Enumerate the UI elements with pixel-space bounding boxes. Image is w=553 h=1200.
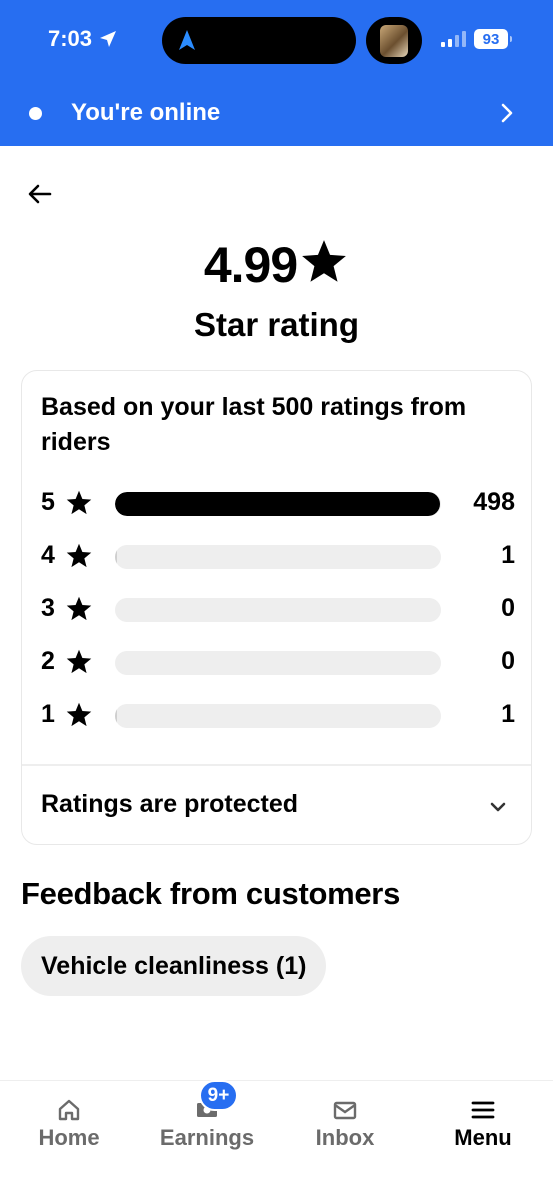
rating-row-3: 3 0 xyxy=(41,590,515,630)
rating-row-count: 498 xyxy=(473,488,515,516)
rating-row-5: 5 498 xyxy=(41,484,515,524)
nav-home-label: Home xyxy=(38,1125,100,1150)
status-time-text: 7:03 xyxy=(48,26,93,51)
battery-icon: 93 xyxy=(474,29,512,49)
rating-bar-track xyxy=(115,545,441,569)
status-time: 7:03 xyxy=(48,26,118,52)
rating-row-count: 0 xyxy=(501,647,515,675)
rating-row-stars: 5 xyxy=(41,488,55,516)
feedback-chip[interactable]: Vehicle cleanliness (1) xyxy=(21,936,327,996)
bottom-nav: Home Earnings Inbox 9+ Menu xyxy=(0,1080,553,1200)
rating-number: 4.99 xyxy=(203,236,298,293)
rating-bar-track xyxy=(115,598,441,622)
rating-bar-fill xyxy=(115,492,440,516)
rating-bar-track xyxy=(115,704,441,728)
rating-row-count: 1 xyxy=(501,541,515,569)
menu-icon xyxy=(471,1101,495,1119)
nav-home[interactable]: Home xyxy=(0,1081,138,1200)
dynamic-island xyxy=(162,17,356,64)
rating-row-count: 0 xyxy=(501,594,515,622)
home-icon xyxy=(58,1099,80,1121)
online-status-text: You're online xyxy=(71,99,221,126)
ratings-description: Based on your last 500 ratings from ride… xyxy=(41,393,467,456)
online-dot-icon xyxy=(29,107,42,120)
album-art-icon xyxy=(380,24,408,57)
nav-menu-label: Menu xyxy=(454,1125,512,1150)
battery-level: 93 xyxy=(482,30,500,48)
ratings-protected-toggle[interactable]: Ratings are protected xyxy=(41,790,298,819)
star-icon xyxy=(302,239,347,282)
rating-bar-fill xyxy=(115,545,117,569)
navigation-app-icon xyxy=(179,30,195,50)
rating-value: 4.99 xyxy=(0,232,553,294)
star-icon xyxy=(66,596,92,621)
nav-inbox[interactable]: Inbox xyxy=(276,1081,414,1200)
feedback-heading: Feedback from customers xyxy=(21,876,401,911)
rating-bar-track xyxy=(115,492,441,516)
nav-inbox-label: Inbox xyxy=(315,1125,375,1150)
chevron-right-icon xyxy=(501,103,513,123)
page-title: Star rating xyxy=(193,306,360,343)
nav-earnings-label: Earnings xyxy=(159,1125,255,1150)
rating-row-1: 1 1 xyxy=(41,696,515,736)
rating-row-stars: 1 xyxy=(41,700,55,728)
star-icon xyxy=(66,543,92,568)
top-bar: 7:03 93 You're online xyxy=(0,0,553,146)
rating-bar-track xyxy=(115,651,441,675)
rating-row-stars: 3 xyxy=(41,594,55,622)
inbox-badge: 9+ xyxy=(199,1080,238,1111)
online-status-banner[interactable]: You're online xyxy=(0,88,553,140)
star-icon xyxy=(66,702,92,727)
rating-bar-fill xyxy=(115,704,117,728)
rating-row-2: 2 0 xyxy=(41,643,515,683)
rating-row-stars: 4 xyxy=(41,541,55,569)
chevron-down-icon[interactable] xyxy=(487,797,509,817)
now-playing-thumbnail xyxy=(366,17,422,64)
rating-row-stars: 2 xyxy=(41,647,55,675)
back-arrow-icon[interactable] xyxy=(26,180,54,208)
location-arrow-icon xyxy=(100,31,117,47)
star-icon xyxy=(66,490,92,515)
ratings-breakdown-card: Based on your last 500 ratings from ride… xyxy=(21,370,532,845)
nav-menu[interactable]: Menu xyxy=(414,1081,552,1200)
inbox-icon xyxy=(333,1101,357,1120)
star-icon xyxy=(66,649,92,674)
rating-row-4: 4 1 xyxy=(41,537,515,577)
rating-row-count: 1 xyxy=(501,700,515,728)
card-divider xyxy=(22,764,531,766)
cellular-signal-icon xyxy=(441,31,466,47)
